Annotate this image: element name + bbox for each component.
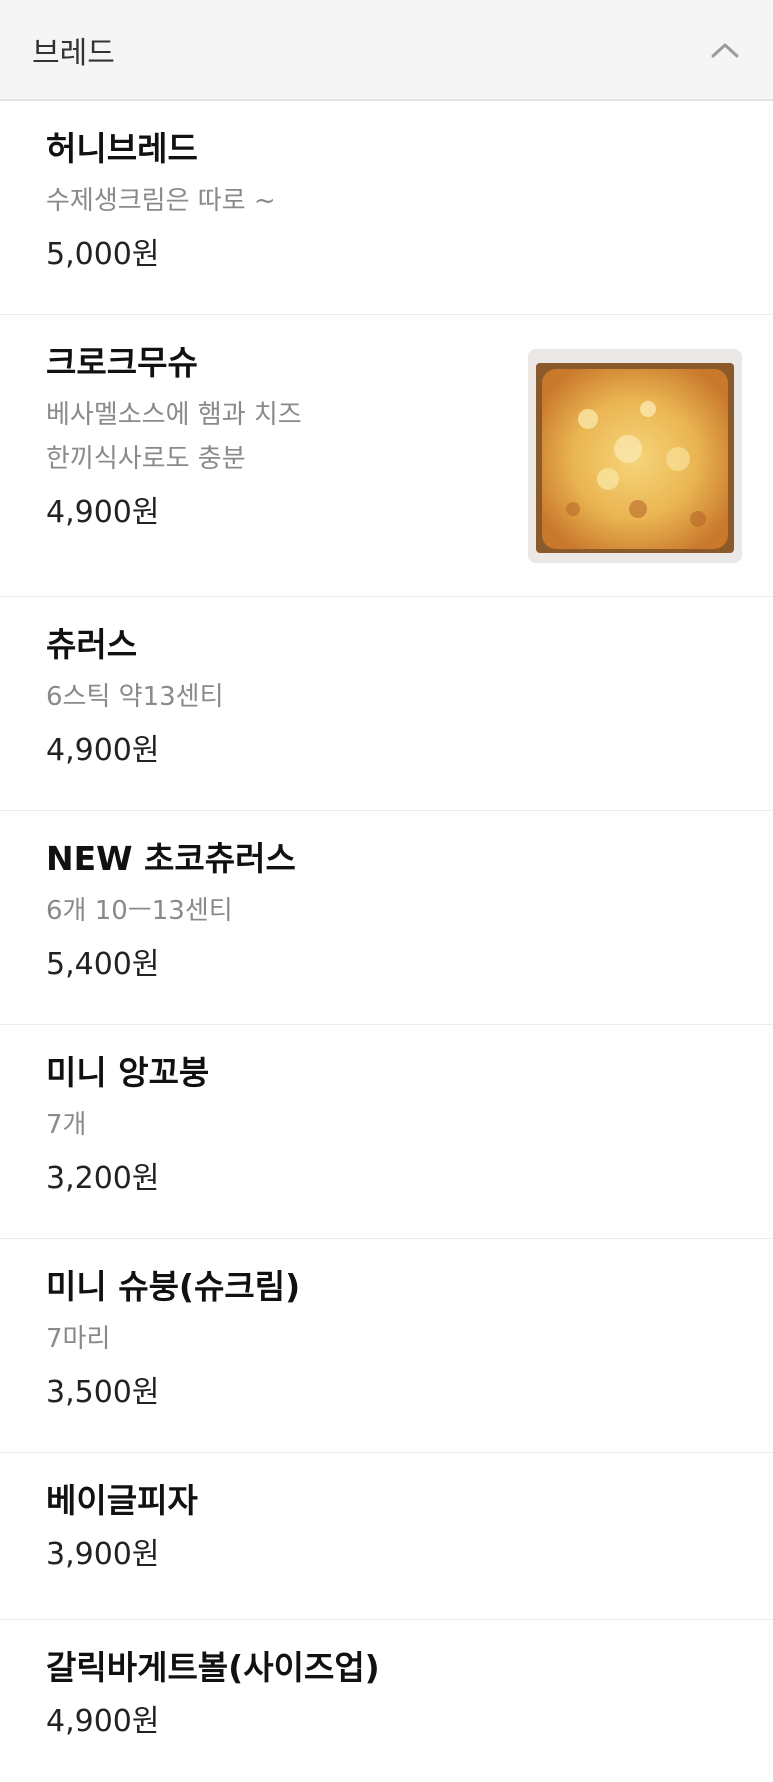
menu-item-price: 3,900원: [46, 1537, 160, 1572]
menu-item-photo[interactable]: [528, 349, 742, 563]
menu-item-name: 갈릭바게트볼(사이즈업): [46, 1648, 380, 1687]
croque-monsieur-photo: [528, 349, 742, 563]
menu-item-price: 3,500원: [46, 1375, 160, 1410]
menu-item-price: 4,900원: [46, 733, 160, 768]
menu-item-description: 6스틱 약13센티: [46, 682, 224, 712]
section-header[interactable]: 브레드: [0, 0, 773, 101]
menu-item-croque-monsieur[interactable]: 크로크무슈 베사멜소스에 햄과 치즈 한끼식사로도 충분 4,900원: [0, 315, 773, 597]
menu-item-description: 6개 10ㅡ13센티: [46, 896, 233, 926]
menu-item-churros[interactable]: 츄러스 6스틱 약13센티 4,900원: [0, 597, 773, 811]
menu-item-mini-angkkobung[interactable]: 미니 앙꼬붕 7개 3,200원: [0, 1025, 773, 1239]
menu-item-name: 미니 슈붕(슈크림): [46, 1267, 301, 1306]
menu-item-name: 미니 앙꼬붕: [46, 1053, 210, 1092]
menu-item-description: 한끼식사로도 충분: [46, 444, 246, 474]
menu-item-mini-shubung[interactable]: 미니 슈붕(슈크림) 7마리 3,500원: [0, 1239, 773, 1453]
menu-item-description: 7개: [46, 1110, 87, 1140]
menu-item-name: 츄러스: [46, 625, 138, 664]
menu-item-name: 베이글피자: [46, 1481, 198, 1520]
menu-item-price: 4,900원: [46, 1704, 160, 1739]
menu-item-honey-bread[interactable]: 허니브레드 수제생크림은 따로 ~ 5,000원: [0, 101, 773, 315]
menu-item-price: 4,900원: [46, 495, 160, 530]
menu-item-price: 5,400원: [46, 947, 160, 982]
menu-item-name: 크로크무슈: [46, 343, 198, 382]
menu-item-bagel-pizza[interactable]: 베이글피자 3,900원: [0, 1453, 773, 1620]
menu-item-description: 수제생크림은 따로 ~: [46, 186, 276, 216]
menu-item-price: 5,000원: [46, 237, 160, 272]
menu-item-garlic-baguette-ball[interactable]: 갈릭바게트볼(사이즈업) 4,900원: [0, 1620, 773, 1780]
menu-item-price: 3,200원: [46, 1161, 160, 1196]
menu-item-choco-churros[interactable]: NEW 초코츄러스 6개 10ㅡ13센티 5,400원: [0, 811, 773, 1025]
menu-item-description: 베사멜소스에 햄과 치즈: [46, 400, 302, 430]
menu-item-name: 허니브레드: [46, 129, 198, 168]
menu-item-name: NEW 초코츄러스: [46, 839, 296, 878]
menu-item-description: 7마리: [46, 1324, 111, 1354]
chevron-up-icon[interactable]: [707, 32, 743, 68]
section-title: 브레드: [32, 35, 115, 71]
menu-section: 브레드 허니브레드 수제생크림은 따로 ~ 5,000원 크로크무슈 베사멜소스…: [0, 0, 773, 1780]
